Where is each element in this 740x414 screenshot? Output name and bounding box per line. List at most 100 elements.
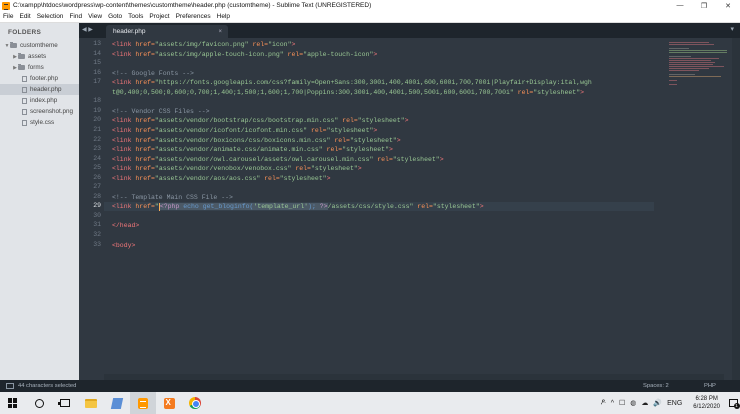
code-token: </head> [112,222,140,230]
code-line[interactable]: </head> [112,221,139,230]
windows-logo-icon [8,398,18,408]
selection-status: 44 characters selected [18,383,77,389]
sidebar-item-label: header.php [30,86,62,93]
code-token: "assets/vendor/owl.carousel/assets/owl.c… [154,155,374,163]
notepad-button[interactable] [104,392,130,414]
code-line[interactable]: <link href="assets/vendor/owl.carousel/a… [112,155,444,164]
panel-toggle-icon[interactable] [6,383,14,389]
code-token: "assets/vendor/animate.css/animate.min.c… [154,146,323,154]
minimize-button[interactable]: — [668,0,692,11]
network-icon[interactable]: ◍ [630,399,636,407]
menu-view[interactable]: View [88,13,102,20]
code-token: rel= [260,174,280,182]
minimap-line [669,62,715,63]
indentation-status[interactable]: Spaces: 2 [643,383,669,389]
code-token: <?php [159,203,184,211]
task-view-button[interactable] [52,392,78,414]
sidebar-item-index-php[interactable]: index.php [0,95,79,106]
sidebar-item-header-php[interactable]: header.php [0,84,79,95]
code-token: <!-- Template Main CSS File --> [112,193,233,201]
chrome-button[interactable] [182,392,208,414]
code-token: "icon" [268,41,292,48]
code-line[interactable]: <link href="assets/img/apple-touch-icon.… [112,50,377,59]
code-editor[interactable]: 13 14 15 16 17 18 19 20 21 22 23 24 25 26 27 28 29 30 31 32… [79,38,740,380]
tab-header-php[interactable]: header.php × [106,25,228,38]
show-hidden-icons-icon[interactable]: ^ [611,400,614,407]
code-token: href= [135,126,155,134]
code-line[interactable]: <link href="assets/vendor/bootstrap/css/… [112,116,409,125]
code-token: href= [135,203,155,211]
sidebar-item-label: footer.php [30,75,59,82]
minimap[interactable] [669,38,730,98]
sidebar-item-label: assets [28,53,47,60]
close-button[interactable]: ✕ [716,0,740,11]
code-line[interactable]: <!-- Google Fonts --> [112,69,194,78]
sidebar-item-screenshot-png[interactable]: screenshot.png [0,106,79,117]
menu-selection[interactable]: Selection [37,13,64,20]
sidebar-item-footer-php[interactable]: footer.php [0,73,79,84]
menu-tools[interactable]: Tools [128,13,143,20]
clock[interactable]: 6:28 PM 6/12/2020 [693,395,720,411]
sidebar-item-customtheme[interactable]: ▼ customtheme [0,40,79,51]
line-number: 19 [93,106,101,114]
code-line[interactable]: <link href="assets/vendor/animate.css/an… [112,145,393,154]
clock-date: 6/12/2020 [693,404,720,410]
minimap-line [669,76,721,77]
onedrive-icon[interactable]: ☁ [641,399,648,407]
code-token: 'template_url' [253,203,309,211]
code-line[interactable]: t@0,400;0,500;0,600;0,700;1,400;1,500;1,… [112,88,584,97]
code-line[interactable]: <!-- Vendor CSS Files --> [112,107,210,116]
code-line[interactable]: <body> [112,241,135,250]
menu-project[interactable]: Project [149,13,169,20]
syntax-status[interactable]: PHP [704,383,716,389]
sidebar-item-assets[interactable]: ▶ assets [0,51,79,62]
code-token: "stylesheet" [432,203,480,211]
menu-file[interactable]: File [3,13,13,20]
code-line[interactable]: <link href="assets/vendor/venobox/venobo… [112,164,362,173]
sidebar-item-label: style.css [30,119,55,126]
menu-edit[interactable]: Edit [19,13,30,20]
code-token: "assets/vendor/venobox/venobox.css" [154,165,292,173]
sublime-text-button[interactable] [130,392,156,414]
code-line[interactable]: <link href="assets/img/favicon.png" rel=… [112,40,295,49]
volume-icon[interactable]: 🔊 [653,399,662,407]
code-line[interactable]: <link href="assets/vendor/aos/aos.css" r… [112,174,330,183]
code-token: "stylesheet" [342,146,389,154]
search-button[interactable] [26,392,52,414]
code-line[interactable]: <link href="assets/vendor/boxicons/css/b… [112,136,401,145]
menu-help[interactable]: Help [217,13,230,20]
menu-find[interactable]: Find [69,13,82,20]
minimap-line [669,66,724,67]
sidebar-item-style-css[interactable]: style.css [0,117,79,128]
code-token: <link [112,203,136,211]
tab-close-icon[interactable]: × [218,29,222,35]
file-icon [22,97,27,104]
line-number: 28 [93,192,101,200]
start-button[interactable] [0,392,26,414]
language-indicator[interactable]: ENG [667,400,682,407]
code-line[interactable]: <link href="<?php echo get_bloginfo('tem… [112,202,484,211]
code-line[interactable]: <link href="assets/vendor/icofont/icofon… [112,126,377,135]
maximize-button[interactable]: ❐ [692,0,716,11]
menu-goto[interactable]: Goto [108,13,122,20]
action-center-button[interactable]: 1 [726,392,740,414]
menu-preferences[interactable]: Preferences [176,13,211,20]
code-token: "stylesheet" [533,88,581,96]
people-icon[interactable]: ዶ [601,399,606,407]
vertical-scrollbar[interactable] [732,38,740,380]
code-line[interactable]: <!-- Template Main CSS File --> [112,193,233,202]
line-number: 31 [93,221,101,229]
sidebar-item-label: forms [28,64,44,71]
sidebar-item-forms[interactable]: ▶ forms [0,62,79,73]
code-token: echo get_bloginfo( [183,203,254,211]
tab-dropdown-icon[interactable]: ▾ [730,25,734,33]
file-explorer-button[interactable] [78,392,104,414]
system-tray: ዶ ^ ☐ ◍ ☁ 🔊 ENG 6:28 PM 6/12/2020 1 [601,392,740,414]
code-token: "assets/img/apple-touch-icon.png" [154,50,284,58]
line-number: 32 [93,231,101,238]
code-line[interactable]: <link href="https://fonts.googleapis.com… [112,78,592,87]
xampp-button[interactable] [156,392,182,414]
tab-navigation-arrows[interactable]: ◀ ▶ [82,26,93,33]
chrome-icon [189,397,201,409]
battery-icon[interactable]: ☐ [619,399,625,407]
